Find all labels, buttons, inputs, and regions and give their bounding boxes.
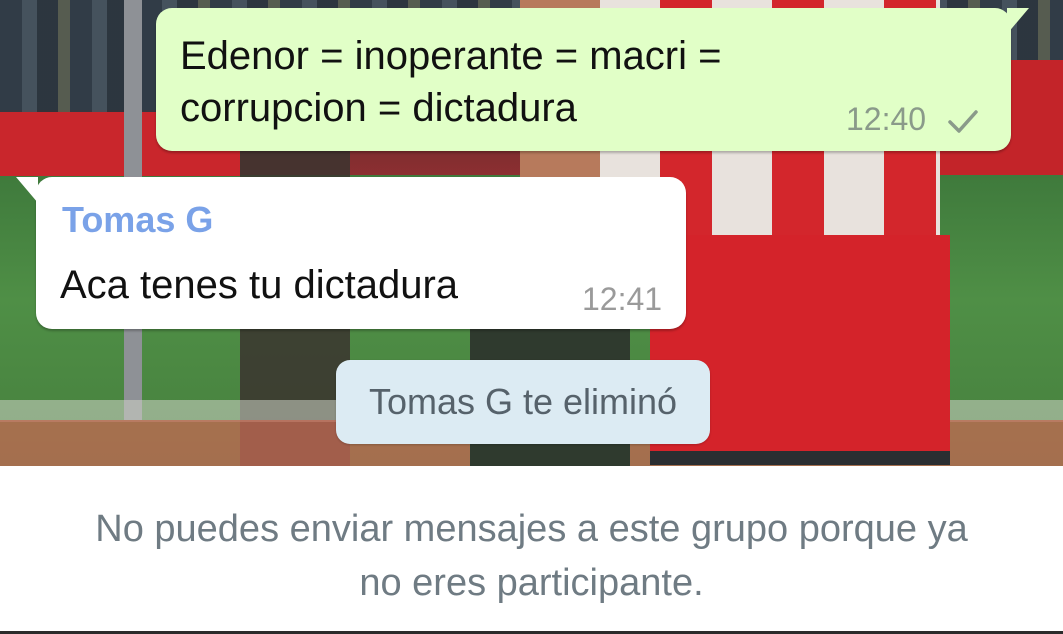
- notice-line-2: no eres participante.: [359, 562, 704, 604]
- outgoing-message-bubble[interactable]: Edenor = inoperante = macri = corrupcion…: [156, 8, 1029, 151]
- composer-disabled-footer: No puedes enviar mensajes a este grupo p…: [0, 466, 1063, 634]
- bubble-tail: [16, 177, 38, 203]
- bubble-tail: [1007, 8, 1029, 34]
- system-notice: Tomas G te eliminó: [336, 360, 710, 444]
- message-timestamp: 12:41: [582, 281, 663, 317]
- single-check-icon: [948, 110, 978, 133]
- message-text-line-2: corrupcion = dictadura: [180, 86, 577, 130]
- message-timestamp: 12:40: [846, 101, 927, 137]
- message-text-line-1: Edenor = inoperante = macri =: [180, 34, 722, 78]
- incoming-message-bubble[interactable]: Tomas G Aca tenes tu dictadura 12:41: [16, 177, 686, 329]
- sender-name[interactable]: Tomas G: [62, 199, 213, 241]
- message-text: Aca tenes tu dictadura: [60, 263, 459, 307]
- removed-from-group-notice: No puedes enviar mensajes a este grupo p…: [30, 502, 1033, 610]
- notice-line-1: No puedes enviar mensajes a este grupo p…: [95, 508, 968, 550]
